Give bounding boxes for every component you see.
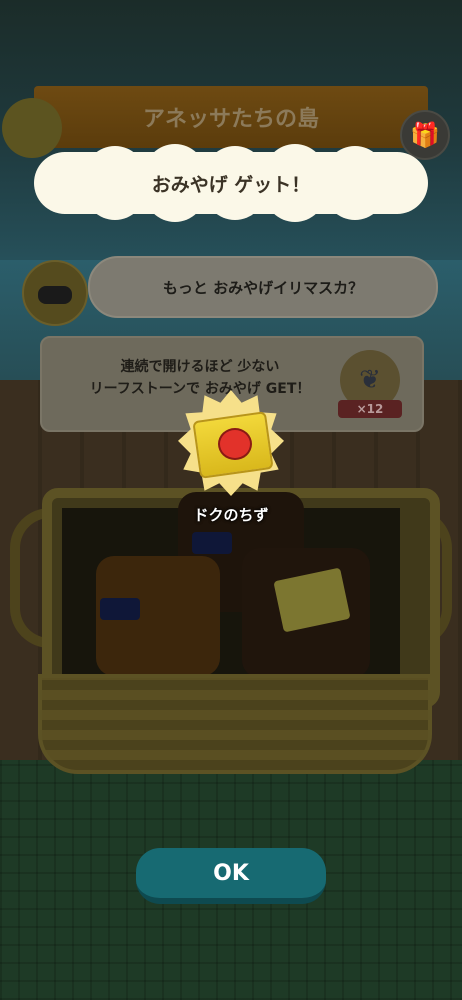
ok-button[interactable]: OK	[136, 848, 326, 904]
reward-badge	[178, 390, 284, 496]
dialog-title: おみやげ ゲット！	[151, 173, 311, 196]
mascot-icon	[2, 98, 62, 158]
npc-message: もっと おみやげイリマスカ？	[162, 278, 364, 297]
island-title: アネッサたちの島	[142, 107, 319, 132]
title-cloud: おみやげ ゲット！	[34, 144, 428, 222]
island-title-banner: アネッサたちの島	[34, 86, 428, 148]
reward-name: ドクのちず	[193, 506, 269, 524]
npc-speech-bubble: もっと おみやげイリマスカ？	[88, 256, 438, 318]
info-line-1: 連続で開けるほど 少ない	[120, 359, 280, 375]
gift-icon: 🎁	[410, 121, 440, 149]
npc-avatar	[22, 260, 88, 326]
leaf-stone-count: ×12	[338, 400, 402, 418]
gift-basket	[10, 488, 452, 774]
